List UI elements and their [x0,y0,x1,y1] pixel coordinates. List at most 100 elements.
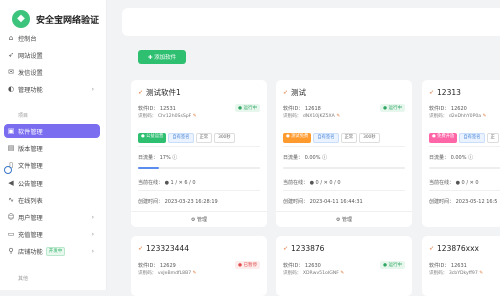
section-label-project: 项目 [18,113,29,119]
shop-icon: ⚲ [8,247,14,255]
divider [131,211,267,212]
sidebar-item-admin[interactable]: ◐ 管理功能 › [4,82,100,96]
sidebar-item-software[interactable]: ▣ 软件管理 [4,124,100,138]
rocket-icon: ➶ [283,88,289,96]
divider [283,190,405,191]
state-tag: 正常 [340,133,358,143]
software-card: ➶ 测试软件1 软件ID： 12531 ● 运行中 识别码： Chr12h0Ss… [131,80,267,227]
sidebar-item-versions[interactable]: ▤ 版本管理 [4,141,100,155]
sidebar-item-users[interactable]: ☺ 用户管理 › [4,210,100,224]
mail-icon: ✉ [8,68,14,76]
tag-group: ● 测试免费 自有签名 正常 300秒 [283,133,380,143]
sidebar-item-label: 管理功能 [18,86,43,94]
card-title-text: 12313 [437,87,461,97]
traffic-progress [138,167,260,169]
sidebar-item-label: 发信设置 [18,69,43,77]
sidebar-item-recharge[interactable]: ▭ 充值管理 › [4,227,100,241]
app-icon: ▣ [7,127,15,135]
sign-tag: 自有签名 [313,133,339,143]
mode-tag: ● 测试免费 [283,133,312,143]
identifier-code: 识别码： d2eDhhY0P0a ✎ [429,113,486,119]
software-card: ➶ 123876xxx 软件ID： 12631 识别码： 3cbYDkyff97… [422,236,500,296]
book-icon: ▤ [7,144,15,152]
logo-icon: ◆ [12,10,30,28]
speaker-icon: ◐ [7,85,15,93]
sidebar-item-announcements[interactable]: ◀ 公告管理 [4,176,100,190]
chevron-right-icon: › [91,247,94,255]
top-bar [122,8,500,36]
sidebar-item-label: 在线列表 [18,197,43,205]
card-title-text: 1233876 [291,243,325,253]
chevron-right-icon: › [91,213,94,221]
copy-icon[interactable]: ✎ [483,114,487,119]
manage-button[interactable]: ⚙ 管理 [276,213,412,225]
add-software-button[interactable]: ✚ 添加软件 [138,50,186,64]
chevron-right-icon: › [91,85,94,93]
divider [138,146,260,147]
identifier-code-text: 识别码： d2eDhhY0P0a [429,114,482,119]
mode-tag: ● 免费开放 [429,133,458,143]
rocket-icon: ➶ [429,244,435,252]
sidebar-item-label: 店铺功能 [18,248,43,256]
sidebar-item-label: 充值管理 [18,231,43,239]
mode-tag: ● 公益运营 [138,133,167,143]
rocket-icon: ➶ [429,88,435,96]
sidebar-item-mail-settings[interactable]: ✉ 发信设置 [4,65,100,79]
created-time: 创建时间： 2023-04-11 16:44:31 [283,199,363,205]
software-id: 软件ID： 12620 [429,106,467,112]
identifier-code-text: 识别码： vxJeBmdfL8B7 [138,271,192,276]
rocket-icon: ➶ [138,88,144,96]
identifier-code: 识别码： dNX10jKZ5XA ✎ [283,113,340,119]
card-title: ➶ 测试软件1 [138,83,181,101]
sidebar-item-online[interactable]: ∿ 在线列表 [4,193,100,207]
online-count: 当前在线： ● 0 / ✕ 0 [429,180,479,186]
sign-tag: 自有签名 [459,133,485,143]
sidebar-item-label: 文件管理 [18,162,43,170]
created-time: 创建时间： 2023-05-12 16:5 [429,199,498,205]
card-title: ➶ 123876xxx [429,239,479,257]
traffic-progress [283,167,405,169]
divider [138,190,260,191]
software-card: ➶ 123323444 软件ID： 12629 ● 已暂停 识别码： vxJeB… [131,236,267,296]
copy-icon[interactable]: ✎ [193,271,197,276]
status-badge: ● 运行中 [235,104,260,112]
sidebar-item-files[interactable]: ▯ 文件管理 [4,158,100,172]
card-title: ➶ 1233876 [283,239,324,257]
megaphone-icon: ◀ [8,179,14,187]
identifier-code-text: 识别码： dNX10jKZ5XA [283,114,335,119]
rocket-icon: ➶ [138,244,144,252]
sidebar-item-label: 控制台 [18,35,37,43]
sidebar-item-dashboard[interactable]: ⌂ 控制台 [4,31,100,45]
manage-button[interactable]: ⚙ 管理 [131,213,267,225]
tag-group: ● 免费开放 自有签名 正 [429,133,499,143]
card-title: ➶ 12313 [429,83,461,101]
sidebar-item-shop[interactable]: ⚲ 店铺功能 开发中 › [4,244,100,258]
pulse-icon: ∿ [8,196,14,204]
sidebar-item-label: 版本管理 [18,145,43,153]
copy-icon[interactable]: ✎ [336,114,340,119]
copy-icon[interactable]: ✎ [340,271,344,276]
scroll-indicator-icon [4,166,12,174]
sign-tag: 自有签名 [168,133,194,143]
copy-icon[interactable]: ✎ [193,114,197,119]
state-tag: 正常 [195,133,213,143]
divider [283,146,405,147]
card-title: ➶ 测试 [283,83,306,101]
software-card: ➶ 1233876 软件ID： 12630 ● 运行中 识别码： XDRwv51… [276,236,412,296]
section-label-other: 其他 [18,276,29,282]
copy-icon[interactable]: ✎ [479,271,483,276]
traffic-progress-fill [138,167,159,169]
software-card: ➶ 测试 软件ID： 12618 ● 运行中 识别码： dNX10jKZ5XA … [276,80,412,227]
sidebar-item-site-settings[interactable]: ➶ 网站设置 [4,48,100,62]
software-id: 软件ID： 12631 [429,263,467,269]
software-id: 软件ID： 12630 [283,263,321,269]
tag-group: ● 公益运营 自有签名 正常 300秒 [138,133,235,143]
brand[interactable]: ◆ 安全宝网络验证 [12,10,99,28]
daily-traffic: 日流量： 0.00% ⓘ [283,155,328,161]
card-title: ➶ 123323444 [138,239,189,257]
dashboard-icon: ⌂ [8,34,14,42]
divider [429,146,500,147]
sidebar-item-label: 用户管理 [18,214,43,222]
state-tag: 正 [486,133,499,143]
software-card: ➶ 12313 软件ID： 12620 识别码： d2eDhhY0P0a ✎ ●… [422,80,500,227]
